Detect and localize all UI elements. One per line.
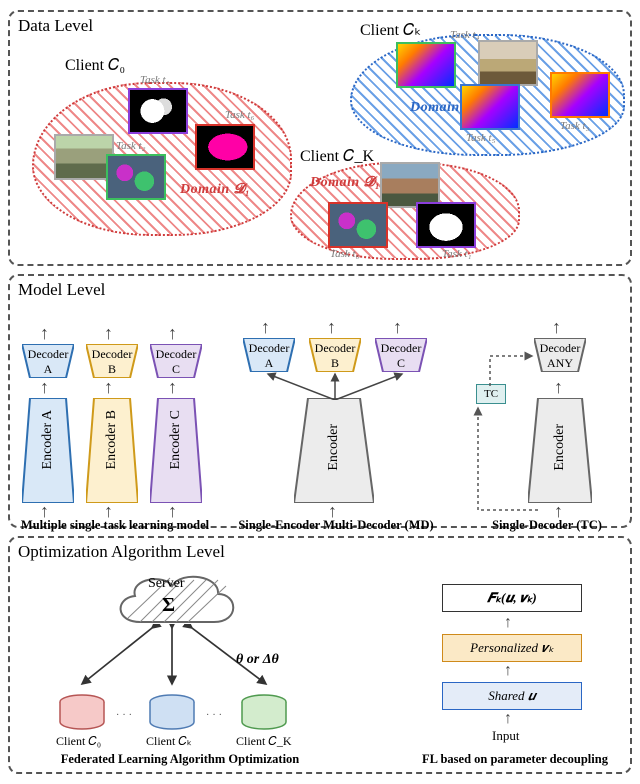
panel-data-level: Data Level Client 𝐶₀ Domain 𝓓₁ Task t₁ T… (8, 10, 632, 266)
personalized-v-box: Personalized 𝒗ₖ (442, 634, 582, 662)
arrow-shared-up: ↑ (504, 662, 512, 680)
arrow-enc-c-mid: ↑ (168, 378, 177, 396)
arrow-dec-any-out: ↑ (552, 318, 561, 336)
domain-label-d1b: Domain 𝓓₁ (310, 175, 380, 191)
thumb-c0-t6-magmask (195, 124, 255, 170)
domain-label-d1: Domain 𝓓₁ (180, 182, 250, 198)
thumb-c0-t2-seg (106, 154, 166, 200)
arrow-dec-b-out: ↑ (104, 324, 113, 342)
decoder-any-label: Decoder ANY (535, 341, 585, 371)
fk-box: 𝑭ₖ(𝒖, 𝒗ₖ) (442, 584, 582, 612)
thumb-cK-t6-seg (328, 202, 388, 248)
cyl-ck-label: Client 𝐶ₖ (146, 734, 192, 749)
encoder-shared-tc-label: Encoder (552, 424, 568, 471)
panel-title-data: Data Level (18, 16, 93, 36)
encoder-b-label: Encoder B (104, 410, 120, 469)
caption-opt-right: FL based on parameter decoupling (410, 752, 620, 767)
task-label-t4: Task t₄ (450, 29, 479, 41)
arrow-dec-a-out: ↑ (40, 324, 49, 342)
shared-u-box: Shared 𝒖 (442, 682, 582, 710)
arrow-personalized-up: ↑ (504, 614, 512, 632)
client-label-cK: Client 𝐶_K (300, 148, 374, 166)
arrow-dec-c-out: ↑ (168, 324, 177, 342)
decoder-a-label: Decoder A (23, 347, 73, 377)
thumb-ck-t4-depth (396, 42, 456, 88)
task-label-t1: Task t₁ (140, 74, 169, 86)
cyl-c0-label: Client 𝐶₀ (56, 734, 101, 749)
encoder-c-label: Encoder C (168, 410, 184, 469)
caption-tc: Single-Decoder (TC) (472, 518, 622, 533)
decoder-c-label: Decoder C (151, 347, 201, 377)
decoder-b-label: Decoder B (87, 347, 137, 377)
cylinder-cK (240, 694, 288, 732)
task-label-t6b: Task t₆ (330, 248, 359, 260)
encoder-shared-md-label: Encoder (326, 424, 342, 471)
tc-dotted-path (470, 346, 540, 514)
dots-right: ··· (206, 710, 225, 721)
client-label-c0: Client 𝐶₀ (65, 57, 125, 75)
task-label-t5: Task t₅ (466, 132, 495, 144)
server-label: Server (148, 576, 185, 592)
arrow-enc-b-mid: ↑ (104, 378, 113, 396)
dots-left: ··· (116, 710, 135, 721)
caption-multi: Multiple single task learning model (20, 518, 210, 533)
arrow-input-up: ↑ (504, 710, 512, 728)
client-label-ck: Client 𝐶ₖ (360, 20, 421, 40)
thumb-cK-t1-mask (416, 202, 476, 248)
thumb-c0-t1-mask (128, 88, 188, 134)
thumb-c0-input-a (54, 134, 114, 180)
arrow-enc-tc-mid: ↑ (554, 378, 563, 396)
fanout-arrows (240, 370, 430, 400)
thumb-ck-t5-depth (460, 84, 520, 130)
cylinder-c0 (58, 694, 106, 732)
task-label-t6: Task t₆ (225, 109, 254, 121)
task-label-t3: Task t₃ (560, 120, 589, 132)
thumb-ck-input-room (478, 40, 538, 86)
task-label-t1b: Task t₁ (442, 248, 471, 260)
decoder-b-md-label: Decoder B (310, 341, 360, 371)
input-label: Input (492, 728, 519, 744)
arrow-dec-c-md-out: ↑ (393, 318, 402, 336)
caption-opt-left: Federated Learning Algorithm Optimizatio… (50, 752, 310, 767)
arrow-dec-b-md-out: ↑ (327, 318, 336, 336)
thumb-ck-t3-depth (550, 72, 610, 118)
arrow-enc-a-mid: ↑ (40, 378, 49, 396)
panel-title-model: Model Level (18, 280, 105, 300)
task-label-t2: Task t₂ (116, 140, 145, 152)
cyl-cK-label: Client 𝐶_K (236, 734, 292, 749)
encoder-a-label: Encoder A (40, 410, 56, 469)
decoder-c-md-label: Decoder C (376, 341, 426, 371)
caption-md: Single-Encoder Multi-Decoder (MD) (236, 518, 436, 533)
theta-label: θ or Δθ (236, 652, 279, 668)
panel-title-opt: Optimization Algorithm Level (18, 542, 225, 562)
arrow-dec-a-md-out: ↑ (261, 318, 270, 336)
server-sum: Σ (162, 594, 175, 617)
cylinder-ck (148, 694, 196, 732)
decoder-a-md-label: Decoder A (244, 341, 294, 371)
